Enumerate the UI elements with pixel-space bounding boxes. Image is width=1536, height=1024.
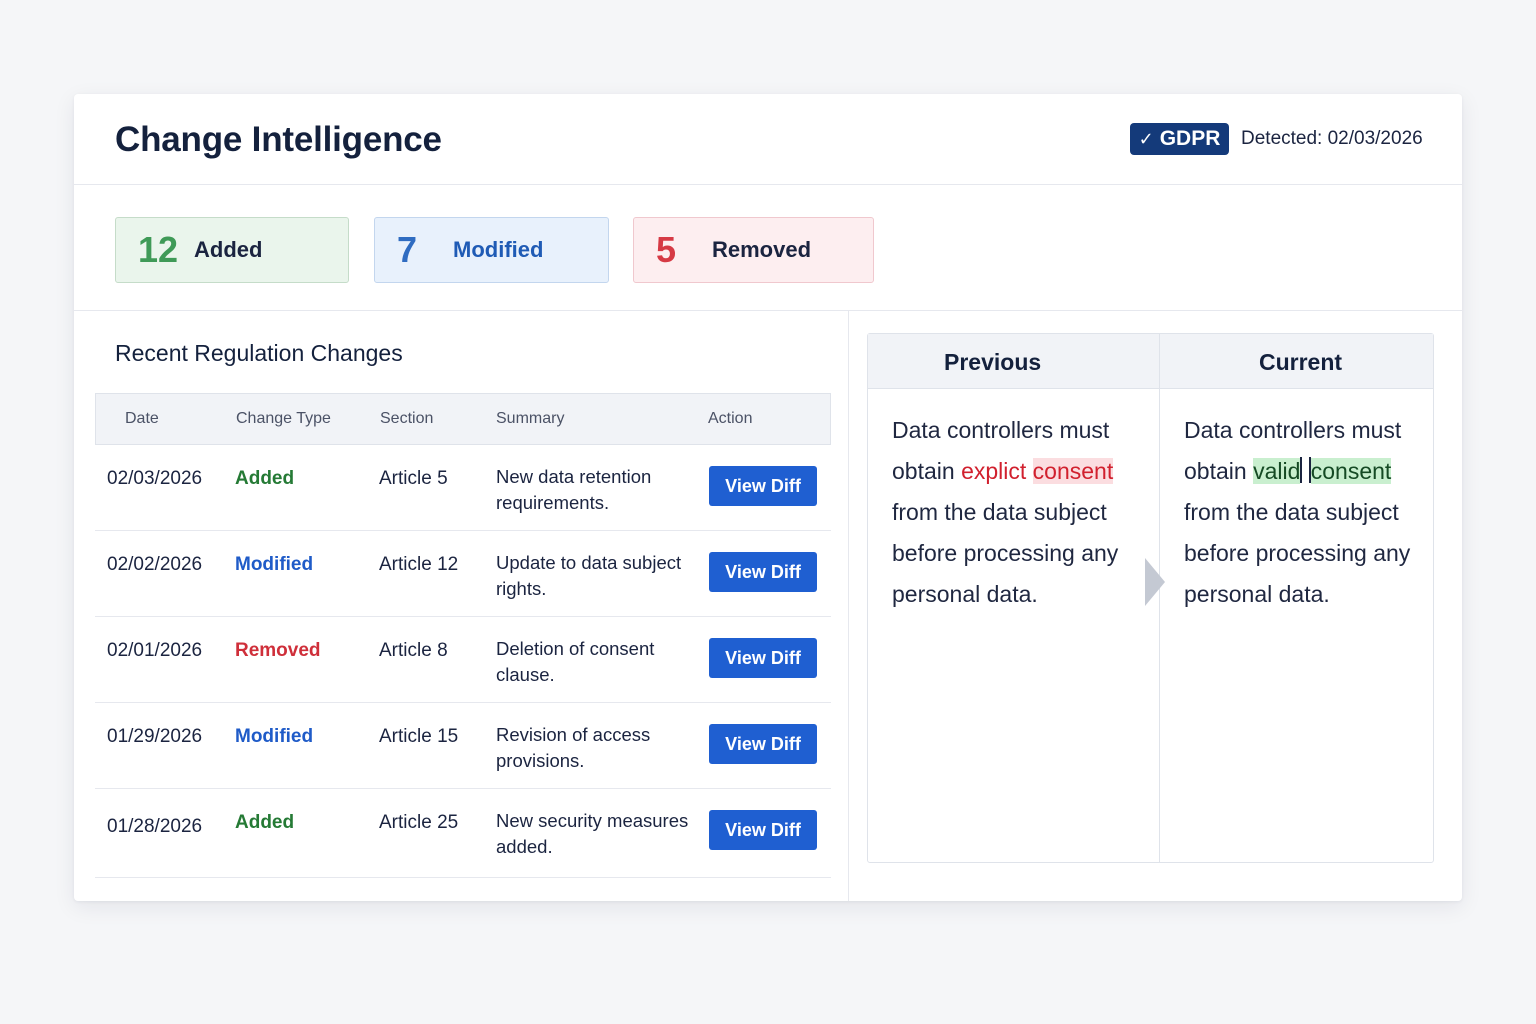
- changes-table: Date Change Type Section Summary Action …: [95, 393, 831, 878]
- view-diff-button[interactable]: View Diff: [709, 552, 817, 592]
- diff-header: Previous Current: [868, 334, 1433, 389]
- detected-date: Detected: 02/03/2026: [1241, 128, 1423, 149]
- column-header-section: Section: [380, 410, 434, 427]
- cell-change-type: Modified: [235, 554, 314, 575]
- table-row: 02/03/2026 Added Article 5 New data rete…: [95, 445, 831, 531]
- cell-section: Article 25: [379, 812, 459, 833]
- cell-date: 02/01/2026: [107, 640, 203, 661]
- text-segment: from the data subject before processing …: [1184, 499, 1411, 607]
- header: Change Intelligence ✓ GDPR Detected: 02/…: [74, 94, 1462, 185]
- column-header-action: Action: [708, 410, 753, 427]
- table-row: 01/29/2026 Modified Article 15 Revision …: [95, 703, 831, 789]
- cell-date: 01/29/2026: [107, 726, 203, 747]
- gdpr-badge: ✓ GDPR: [1130, 123, 1229, 155]
- text-caret: [1300, 457, 1303, 483]
- current-text[interactable]: Data controllers must obtain valid conse…: [1184, 410, 1424, 615]
- cell-summary: Revision of access provisions.: [496, 724, 651, 771]
- cell-change-type: Modified: [235, 726, 314, 747]
- cell-section: Article 5: [379, 468, 448, 489]
- check-icon: ✓: [1138, 128, 1154, 149]
- stat-label: Removed: [712, 237, 812, 262]
- stat-modified: 7 Modified: [374, 217, 609, 283]
- removed-text: consent: [1032, 458, 1114, 484]
- view-diff-button[interactable]: View Diff: [709, 810, 817, 850]
- stat-label: Modified: [453, 237, 544, 262]
- change-intelligence-card: Change Intelligence ✓ GDPR Detected: 02/…: [74, 94, 1462, 901]
- cell-date: 01/28/2026: [107, 816, 203, 837]
- previous-column-title: Previous: [944, 349, 1042, 375]
- section-title: Recent Regulation Changes: [115, 340, 403, 366]
- table-row: 02/01/2026 Removed Article 8 Deletion of…: [95, 617, 831, 703]
- cell-change-type: Removed: [235, 640, 321, 661]
- table-header: Date Change Type Section Summary Action: [95, 393, 831, 445]
- cell-summary: New data retention requirements.: [496, 466, 652, 513]
- stat-count: 7: [397, 229, 418, 270]
- current-column-title: Current: [1259, 349, 1343, 375]
- stat-count: 5: [656, 229, 677, 270]
- removed-text: explict: [961, 458, 1027, 484]
- view-diff-button[interactable]: View Diff: [709, 466, 817, 506]
- stat-removed: 5 Removed: [633, 217, 874, 283]
- column-header-change-type: Change Type: [236, 410, 331, 427]
- cell-date: 02/02/2026: [107, 554, 203, 575]
- table-row: 01/28/2026 Added Article 25 New security…: [95, 789, 831, 878]
- added-text: consent: [1310, 458, 1392, 484]
- page-title: Change Intelligence: [115, 120, 442, 159]
- added-text: valid: [1253, 458, 1301, 484]
- stat-label: Added: [194, 237, 263, 262]
- badge-label: GDPR: [1159, 127, 1221, 150]
- view-diff-button[interactable]: View Diff: [709, 724, 817, 764]
- stat-count: 12: [138, 229, 179, 270]
- stats-bar: 12 Added 7 Modified 5 Removed: [74, 185, 1462, 311]
- text-segment: from the data subject before processing …: [892, 499, 1119, 607]
- cell-change-type: Added: [235, 468, 295, 489]
- stat-added: 12 Added: [115, 217, 349, 283]
- cell-section: Article 12: [379, 554, 459, 575]
- cell-date: 02/03/2026: [107, 468, 203, 489]
- recent-changes-panel: Recent Regulation Changes Date Change Ty…: [74, 311, 849, 901]
- previous-text[interactable]: Data controllers must obtain explict con…: [892, 410, 1154, 615]
- cell-summary: Deletion of consent clause.: [496, 638, 655, 685]
- cell-change-type: Added: [235, 812, 295, 833]
- diff-viewer: Previous Current Data controllers must o…: [867, 333, 1434, 863]
- column-header-summary: Summary: [496, 410, 565, 427]
- cell-section: Article 8: [379, 640, 448, 661]
- table-row: 02/02/2026 Modified Article 12 Update to…: [95, 531, 831, 617]
- view-diff-button[interactable]: View Diff: [709, 638, 817, 678]
- cell-summary: New security measures added.: [496, 810, 689, 857]
- cell-section: Article 15: [379, 726, 459, 747]
- cell-summary: Update to data subject rights.: [496, 552, 682, 599]
- column-header-date: Date: [125, 410, 159, 427]
